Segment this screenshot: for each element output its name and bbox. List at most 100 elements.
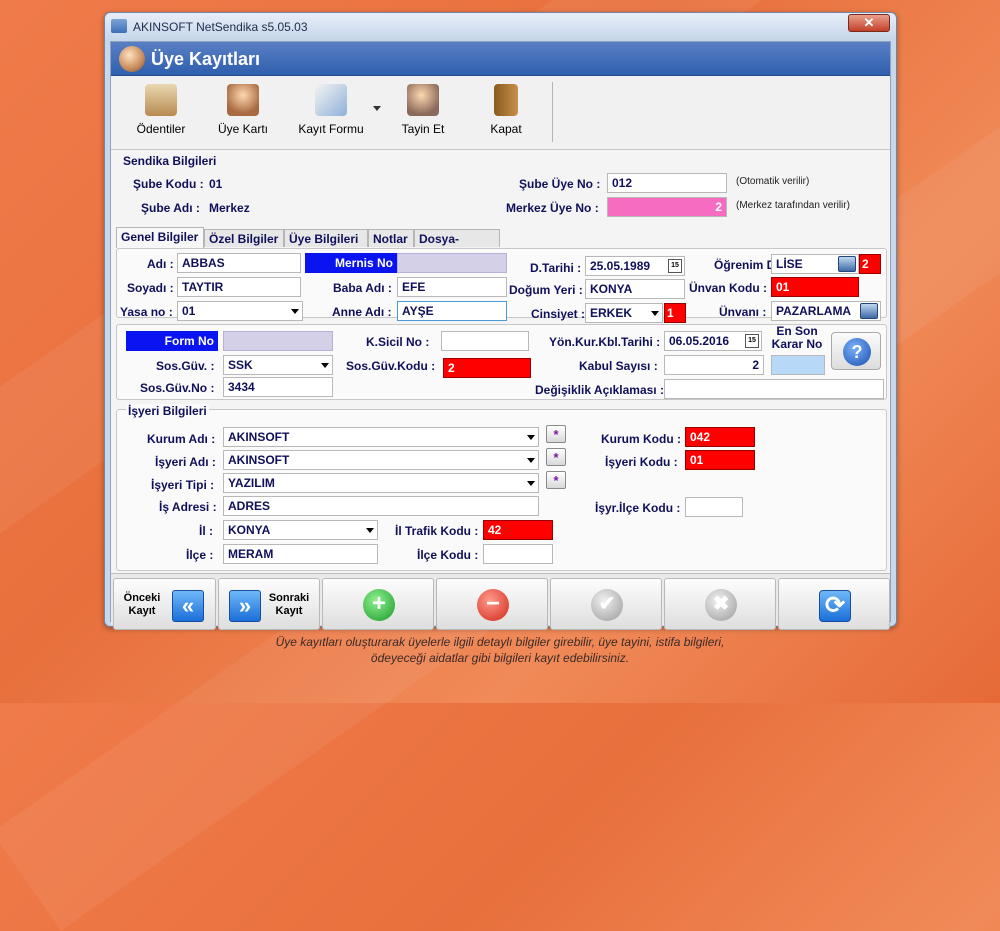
record-navigation-bar: Önceki Kayıt « » Sonraki Kayıt + − ✔ ✖ ⟳ <box>111 573 890 630</box>
degisiklik-input[interactable] <box>664 379 884 399</box>
tab-uye-bilgileri[interactable]: Üye Bilgileri <box>284 229 368 247</box>
tab-genel-bilgiler[interactable]: Genel Bilgiler <box>116 227 204 248</box>
kurum-kodu-input[interactable]: 042 <box>685 427 755 447</box>
sube-adi-label: Şube Adı : <box>141 201 200 215</box>
help-icon: ? <box>843 338 871 366</box>
unvan-kodu-label: Ünvan Kodu : <box>689 281 767 295</box>
mernis-no-input[interactable] <box>397 253 507 273</box>
d-tarihi-value: 25.05.1989 <box>590 259 651 273</box>
kurum-adi-value: AKINSOFT <box>228 430 290 444</box>
add-isyeri-tipi-button[interactable]: * <box>546 471 566 489</box>
d-tarihi-input[interactable]: 25.05.1989 15 <box>585 256 685 276</box>
cinsiyet-select[interactable]: ERKEK <box>585 303 663 323</box>
exit-door-icon <box>494 84 518 116</box>
il-trafik-kodu-input[interactable]: 42 <box>483 520 553 540</box>
en-son-karar-input[interactable] <box>771 355 825 375</box>
tab-ozel-bilgiler[interactable]: Özel Bilgiler <box>204 229 284 247</box>
d-tarihi-label: D.Tarihi : <box>530 261 582 275</box>
unvani-value: PAZARLAMA <box>776 304 852 318</box>
next-record-label: Sonraki Kayıt <box>268 592 310 617</box>
isyeri-tipi-select[interactable]: YAZILIM <box>223 473 539 493</box>
ilce-kodu-input[interactable] <box>483 544 553 564</box>
form-no-input[interactable] <box>223 331 333 351</box>
k-sicil-no-input[interactable] <box>441 331 529 351</box>
toolbar-button-kapat[interactable]: Kapat <box>481 84 531 136</box>
sos-guv-kodu-input[interactable]: 2 <box>443 358 531 378</box>
soyadi-label: Soyadı : <box>127 281 174 295</box>
add-record-button[interactable]: + <box>322 578 434 630</box>
add-kurum-button[interactable]: * <box>546 425 566 443</box>
isyr-ilce-kodu-input[interactable] <box>685 497 743 517</box>
yon-kur-input[interactable]: 06.05.2016 15 <box>664 331 762 351</box>
sos-guv-no-input[interactable]: 3434 <box>223 377 333 397</box>
chevron-down-icon[interactable] <box>527 458 535 463</box>
ilce-label: İlçe : <box>186 548 214 562</box>
assign-icon <box>407 84 439 116</box>
sos-guv-select[interactable]: SSK <box>223 355 333 375</box>
next-record-button[interactable]: » Sonraki Kayıt <box>218 578 320 630</box>
anne-adi-input[interactable]: AYŞE <box>397 301 507 321</box>
plus-icon: + <box>363 589 395 621</box>
kabul-sayisi-input[interactable]: 2 <box>664 355 764 375</box>
toolbar-label: Tayin Et <box>401 122 445 136</box>
isyeri-tipi-value: YAZILIM <box>228 476 275 490</box>
unvani-input[interactable]: PAZARLAMA <box>771 301 881 321</box>
baba-adi-input[interactable]: EFE <box>397 277 507 297</box>
delete-record-button[interactable]: − <box>436 578 548 630</box>
title-bar: AKINSOFT NetSendika s5.05.03 ✕ <box>105 13 896 41</box>
cinsiyet-value: ERKEK <box>590 306 633 320</box>
isyeri-adi-value: AKINSOFT <box>228 453 290 467</box>
isyeri-adi-select[interactable]: AKINSOFT <box>223 450 539 470</box>
help-button[interactable]: ? <box>831 332 881 370</box>
chevron-down-icon[interactable] <box>651 311 659 316</box>
close-button[interactable]: ✕ <box>848 14 890 32</box>
add-isyeri-button[interactable]: * <box>546 448 566 466</box>
chevron-down-icon[interactable] <box>527 435 535 440</box>
lookup-icon[interactable] <box>838 256 856 272</box>
toolbar-label: Üye Kartı <box>217 122 268 136</box>
merkez-uye-no-label: Merkez Üye No : <box>506 201 599 215</box>
chevron-down-icon[interactable] <box>321 363 329 368</box>
tab-dosya-resim[interactable]: Dosya-Resim <box>414 229 500 260</box>
il-select[interactable]: KONYA <box>223 520 378 540</box>
tab-notlar[interactable]: Notlar <box>368 229 414 247</box>
toolbar-button-uye-karti[interactable]: Üye Kartı <box>211 84 275 136</box>
soyadi-input[interactable]: TAYTIR <box>177 277 301 297</box>
refresh-icon: ⟳ <box>819 590 851 622</box>
toolbar-button-tayin-et[interactable]: Tayin Et <box>393 84 453 136</box>
ilce-kodu-label: İlçe Kodu : <box>417 548 479 562</box>
toolbar-button-kayit-formu[interactable]: Kayıt Formu <box>291 84 371 136</box>
unvan-kodu-input[interactable]: 01 <box>771 277 859 297</box>
dogum-yeri-input[interactable]: KONYA <box>585 279 685 299</box>
ogrenim-input[interactable]: LİSE <box>771 254 859 274</box>
calendar-icon[interactable]: 15 <box>668 259 682 273</box>
chevron-down-icon[interactable] <box>527 481 535 486</box>
sube-uye-no-label: Şube Üye No : <box>519 177 601 191</box>
sube-adi-value: Merkez <box>209 201 250 215</box>
merkez-uye-no-input[interactable]: 2 <box>607 197 727 217</box>
adi-input[interactable]: ABBAS <box>177 253 301 273</box>
isyeri-adi-label: İşyeri Adı : <box>155 455 216 469</box>
cancel-record-button[interactable]: ✖ <box>664 578 776 630</box>
save-record-button[interactable]: ✔ <box>550 578 662 630</box>
kurum-adi-select[interactable]: AKINSOFT <box>223 427 539 447</box>
sube-uye-no-input[interactable]: 012 <box>607 173 727 193</box>
is-adresi-input[interactable]: ADRES <box>223 496 539 516</box>
previous-record-button[interactable]: Önceki Kayıt « <box>113 578 216 630</box>
app-icon <box>111 19 127 33</box>
page-header: Üye Kayıtları <box>111 42 890 76</box>
chevron-down-icon[interactable] <box>373 106 381 111</box>
merkez-uye-no-note: (Merkez tarafından verilir) <box>736 200 850 211</box>
double-chevron-left-icon: « <box>172 590 204 622</box>
chevron-down-icon[interactable] <box>291 309 299 314</box>
isyeri-kodu-input[interactable]: 01 <box>685 450 755 470</box>
lookup-icon[interactable] <box>860 303 878 319</box>
calendar-icon[interactable]: 15 <box>745 334 759 348</box>
isyeri-tipi-label: İşyeri Tipi : <box>151 478 215 492</box>
ilce-input[interactable]: MERAM <box>223 544 378 564</box>
yasa-no-select[interactable]: 01 <box>177 301 303 321</box>
chevron-down-icon[interactable] <box>366 528 374 533</box>
sos-guv-label: Sos.Güv. : <box>156 359 215 373</box>
toolbar-button-odentiler[interactable]: Ödentiler <box>131 84 191 136</box>
refresh-button[interactable]: ⟳ <box>778 578 890 630</box>
